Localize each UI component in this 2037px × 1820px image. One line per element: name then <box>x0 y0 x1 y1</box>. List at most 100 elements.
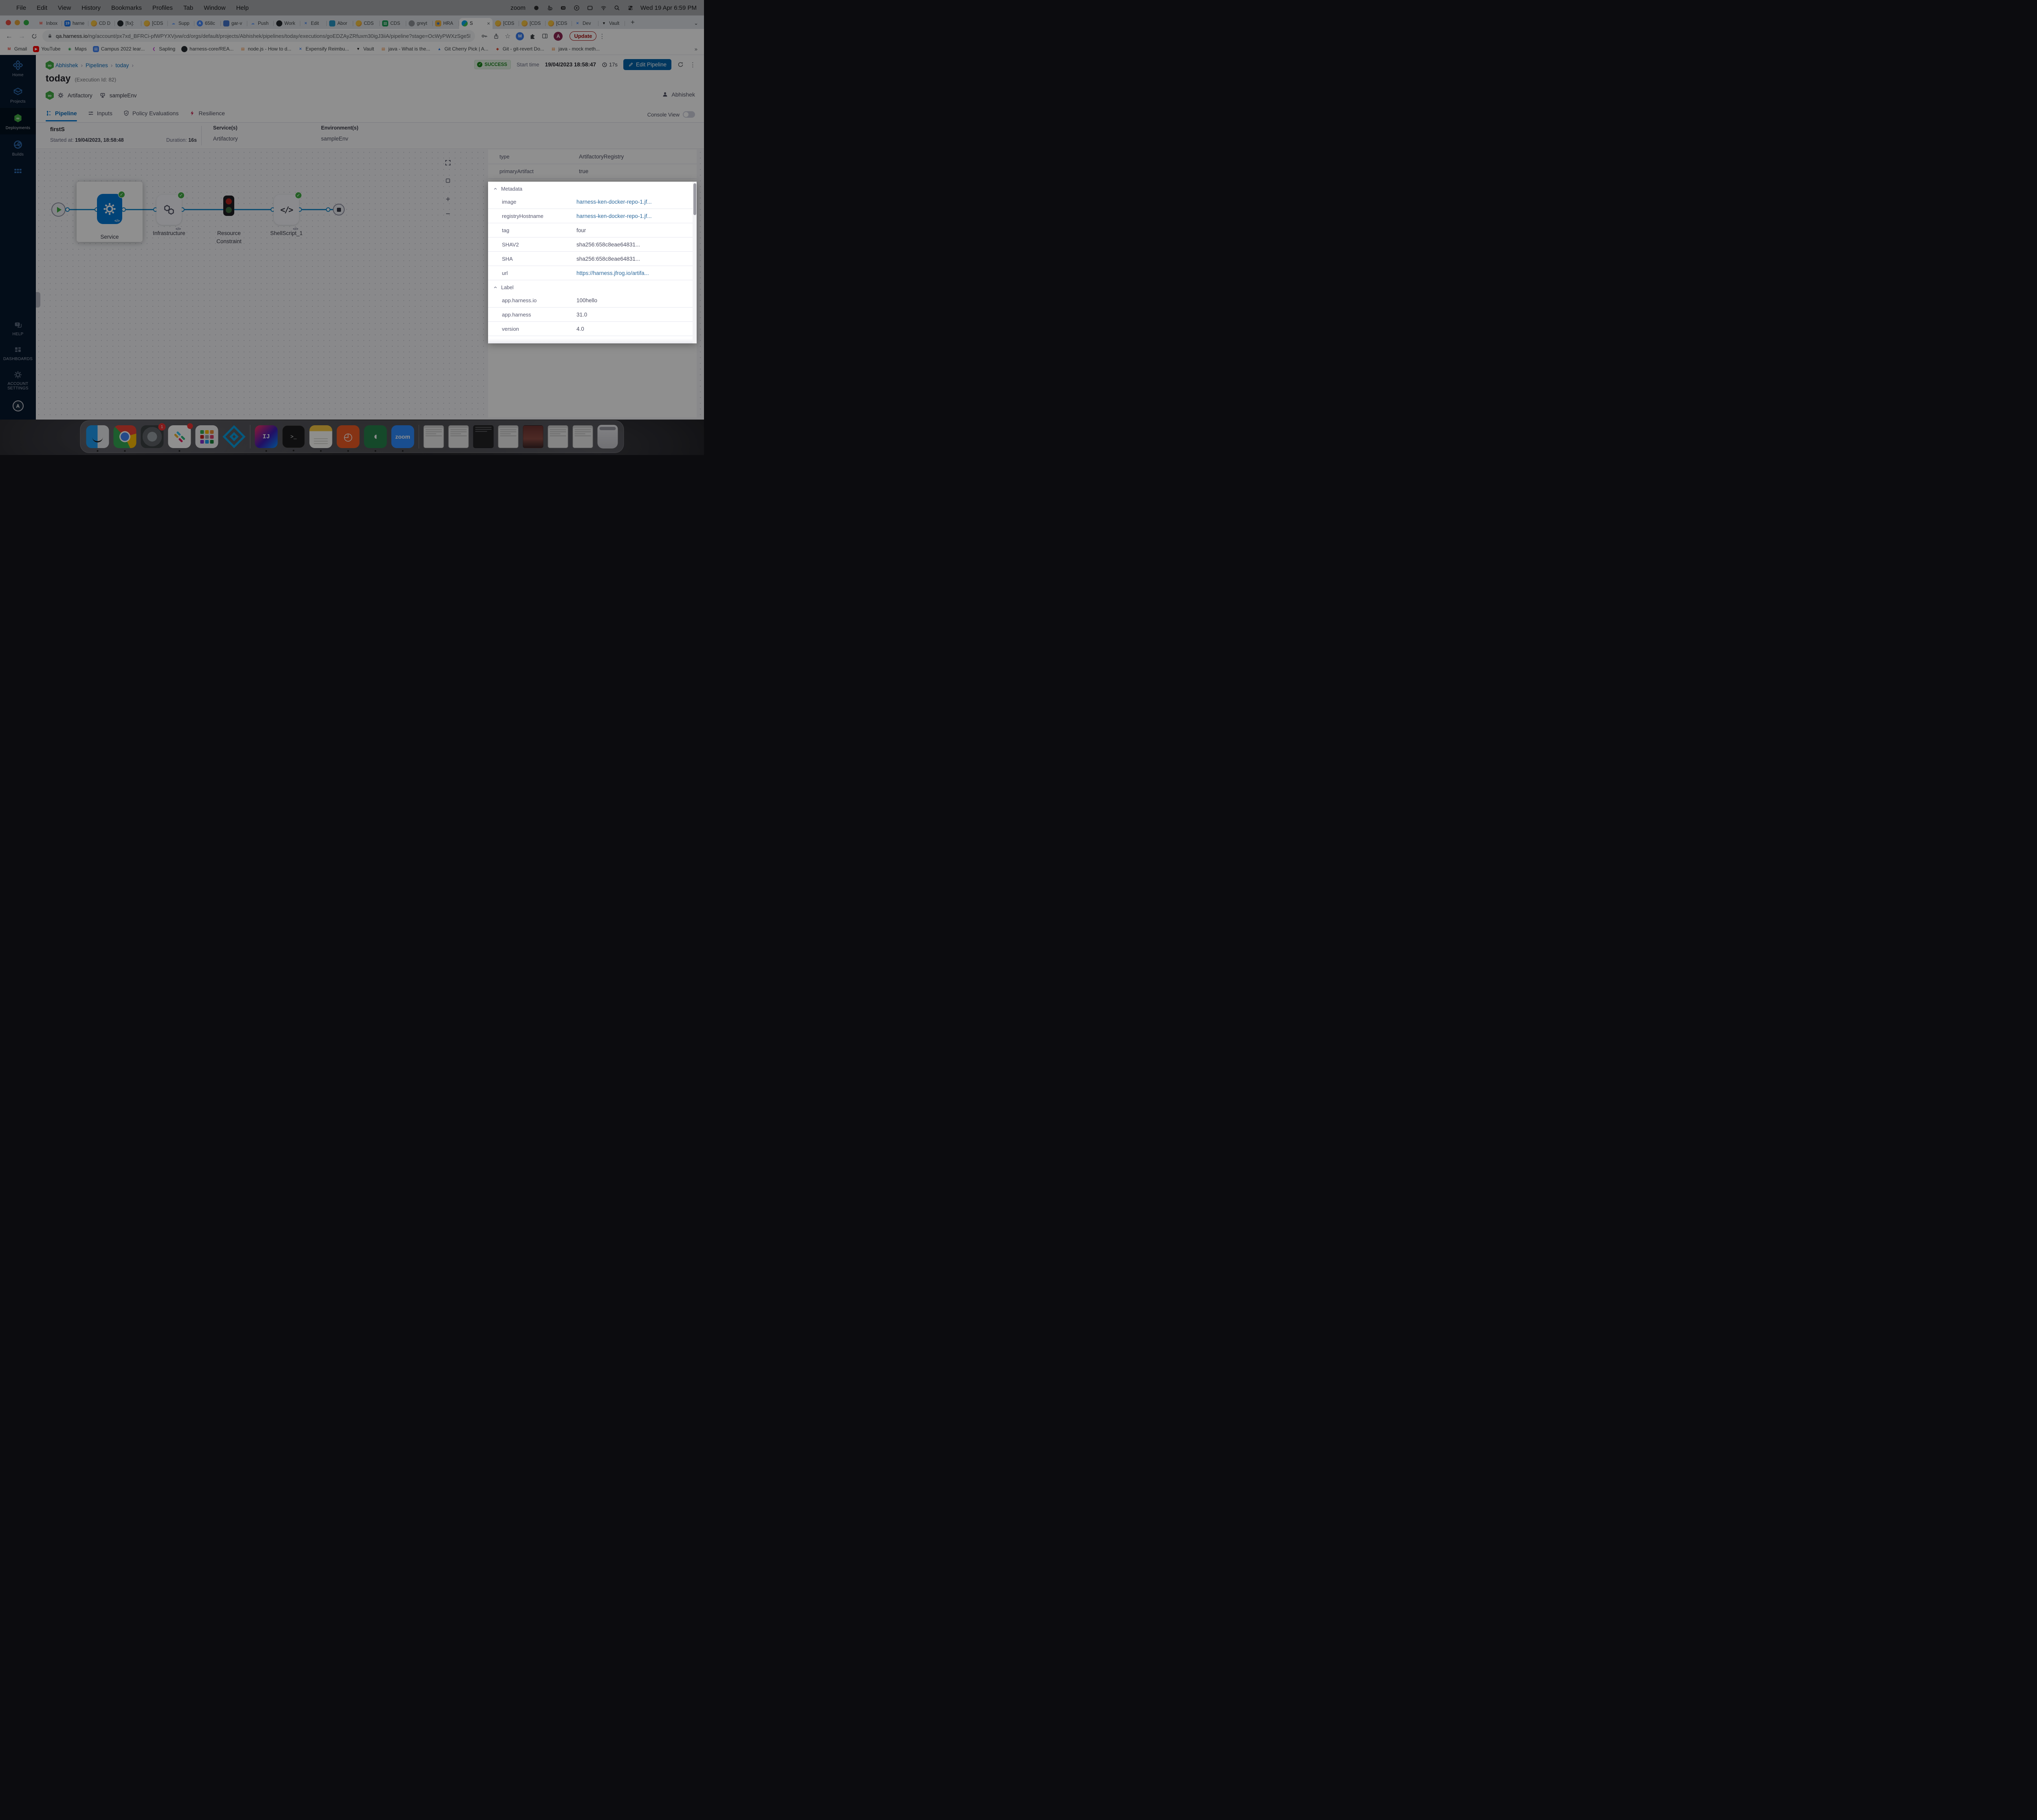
play-circle-icon[interactable] <box>573 4 580 11</box>
node-resource-constraint[interactable] <box>223 196 234 216</box>
browser-tab-cds[interactable]: [CDS <box>546 18 572 29</box>
browser-tab-cds[interactable]: [CDS <box>519 18 546 29</box>
sidebar-user-avatar[interactable]: A <box>13 400 24 411</box>
browser-tab-garv[interactable]: gar-v <box>221 18 247 29</box>
dock-postman-icon[interactable]: ◴ <box>337 425 360 448</box>
meet-extension-icon[interactable]: M <box>516 32 524 40</box>
bookmark-javawhatisthe[interactable]: ▤java - What is the... <box>380 46 430 52</box>
bookmarks-overflow-icon[interactable]: » <box>695 46 697 52</box>
browser-tab-658c[interactable]: A658c <box>194 18 221 29</box>
tab-inputs[interactable]: Inputs <box>88 110 112 121</box>
browser-tab-inbox[interactable]: MInbox <box>35 18 62 29</box>
node-service[interactable]: ✓ </> <box>97 194 122 224</box>
search-icon[interactable] <box>614 4 620 11</box>
node-label[interactable]: Resource Constraint <box>216 229 242 246</box>
bookmark-star-icon[interactable]: ☆ <box>505 32 510 40</box>
menu-item-profiles[interactable]: Profiles <box>152 4 173 11</box>
zoom-in-button[interactable]: + <box>446 195 450 204</box>
browser-tab-cds[interactable]: CDS <box>353 18 380 29</box>
browser-tab-cds[interactable]: [CDS <box>493 18 519 29</box>
zoom-menu-item[interactable]: zoom <box>510 4 526 11</box>
edit-pipeline-button[interactable]: Edit Pipeline <box>623 59 671 70</box>
minimized-window-thumbnail[interactable] <box>473 425 494 448</box>
minimize-window-button[interactable] <box>15 20 20 25</box>
pipeline-start-node[interactable] <box>51 202 66 217</box>
bookmark-sapling[interactable]: ❮Sapling <box>151 46 175 52</box>
stage-name[interactable]: firstS <box>50 126 65 132</box>
hand-alert-icon[interactable] <box>546 4 553 11</box>
app-blob-icon[interactable] <box>533 4 540 11</box>
zoom-out-button[interactable]: − <box>446 210 450 219</box>
new-tab-button[interactable]: + <box>627 17 638 28</box>
tab-search-chevron-icon[interactable]: ⌄ <box>694 20 698 26</box>
display-icon[interactable] <box>587 4 594 11</box>
chevron-up-icon[interactable] <box>493 285 498 290</box>
dock-launchpad-icon[interactable] <box>196 425 218 448</box>
bookmark-javamockmeth[interactable]: ▤java - mock meth... <box>550 46 600 52</box>
menu-item-tab[interactable]: Tab <box>183 4 193 11</box>
menu-item-window[interactable]: Window <box>204 4 225 11</box>
tab-close-icon[interactable]: × <box>487 20 490 26</box>
browser-menu-icon[interactable]: ⋮ <box>599 33 605 40</box>
dock-dbeaver-icon[interactable]: ◖ <box>364 425 387 448</box>
tab-pipeline[interactable]: Pipeline <box>46 110 77 121</box>
service-name[interactable]: Artifactory <box>68 92 92 99</box>
sidebar-item-deployments[interactable]: ∞Deployments <box>0 108 36 134</box>
sidebar-item-account-settings[interactable]: ACCOUNT SETTINGS <box>0 365 36 395</box>
bookmark-gmail[interactable]: MGmail <box>6 46 27 52</box>
dock-harness-icon[interactable] <box>223 425 246 448</box>
share-icon[interactable] <box>493 33 499 40</box>
bookmark-youtube[interactable]: ▶YouTube <box>33 46 60 52</box>
breadcrumb-pipeline[interactable]: today <box>115 62 129 68</box>
bookmark-gitcherrypicka[interactable]: ▲Git Cherry Pick | A... <box>436 46 488 52</box>
sidebar-item-modules[interactable] <box>0 161 36 183</box>
browser-tab-cdd[interactable]: CD D <box>88 18 115 29</box>
browser-tab-hra[interactable]: ◉HRA <box>433 18 459 29</box>
details-value[interactable]: harness-ken-docker-repo-1.jf... <box>576 213 652 219</box>
browser-tab-supp[interactable]: ☁Supp <box>168 18 194 29</box>
password-key-icon[interactable] <box>481 33 488 40</box>
side-panel-icon[interactable] <box>541 33 548 40</box>
bookmark-harnesscorerea[interactable]: harness-core/REA... <box>181 46 233 52</box>
panel-collapse-handle[interactable] <box>36 292 40 308</box>
minimized-window-thumbnail[interactable] <box>523 425 543 448</box>
reload-button[interactable] <box>31 33 37 40</box>
chevron-up-icon[interactable] <box>493 187 498 191</box>
back-button[interactable]: ← <box>6 32 13 40</box>
sidebar-item-home[interactable]: Home <box>0 55 36 81</box>
dock-sysprefs-icon[interactable]: 1 <box>141 425 164 448</box>
menu-item-help[interactable]: Help <box>236 4 249 11</box>
dock-finder-icon[interactable] <box>86 425 109 448</box>
browser-tab-harne[interactable]: 19harne <box>62 18 88 29</box>
sidebar-item-projects[interactable]: Projects <box>0 81 36 108</box>
section-header-metadata[interactable]: Metadata <box>488 183 693 195</box>
bookmark-maps[interactable]: ◉Maps <box>67 46 87 52</box>
menu-item-edit[interactable]: Edit <box>37 4 47 11</box>
address-bar[interactable]: qa.harness.io/ng/account/px7xd_BFRCi-pfW… <box>42 30 475 42</box>
tab-policy-evaluations[interactable]: Policy Evaluations <box>123 110 179 121</box>
bookmark-nodejshowtod[interactable]: ▤node.js - How to d... <box>240 46 291 52</box>
minimized-window-thumbnail[interactable] <box>449 425 469 448</box>
browser-tab-push[interactable]: ☁Push <box>247 18 274 29</box>
details-value[interactable]: https://harness.jfrog.io/artifa... <box>576 270 649 276</box>
node-label[interactable]: Service <box>100 233 119 241</box>
wifi-icon[interactable] <box>600 4 607 11</box>
node-label[interactable]: Infrastructure <box>153 229 185 237</box>
refresh-icon[interactable] <box>677 61 684 68</box>
services-value[interactable]: Artifactory <box>213 136 238 142</box>
section-header-label[interactable]: Label <box>488 282 693 293</box>
environment-name[interactable]: sampleEnv <box>110 92 137 99</box>
fullscreen-icon[interactable] <box>444 159 451 166</box>
close-window-button[interactable] <box>6 20 11 25</box>
bookmark-campus2022lear[interactable]: ▤Campus 2022 lear... <box>93 46 145 52</box>
pipeline-end-node[interactable] <box>333 204 345 215</box>
zoom-window-button[interactable] <box>24 20 29 25</box>
dock-terminal-icon[interactable]: >_ <box>282 425 305 448</box>
sidebar-item-builds[interactable]: Builds <box>0 134 36 161</box>
browser-tab-s[interactable]: S× <box>459 18 493 29</box>
menu-clock[interactable]: Wed 19 Apr 6:59 PM <box>640 4 697 11</box>
browser-tab-edit[interactable]: ✕Edit <box>300 18 327 29</box>
dock-chrome-icon[interactable] <box>114 425 136 448</box>
tab-resilience[interactable]: Resilience <box>189 110 225 121</box>
forward-button[interactable]: → <box>18 32 25 40</box>
